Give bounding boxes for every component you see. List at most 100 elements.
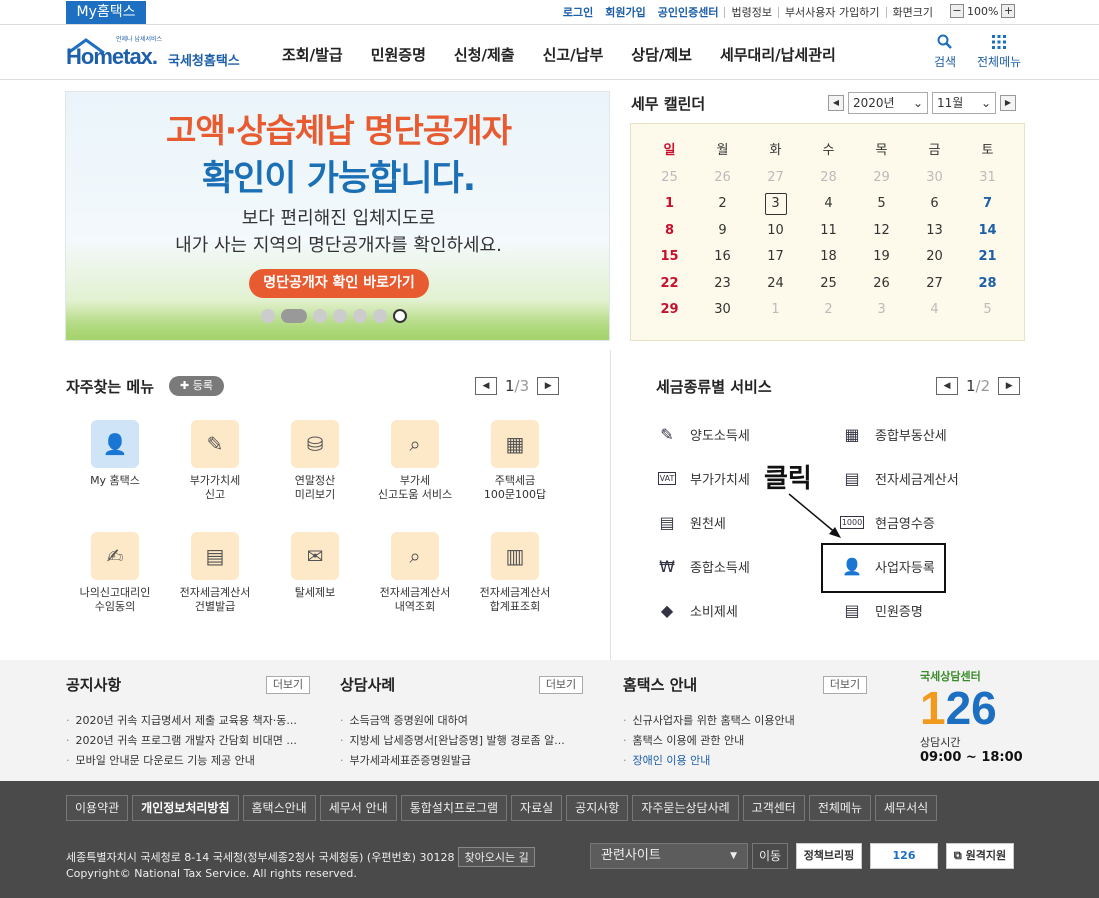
calendar-day[interactable]: 8	[643, 218, 696, 245]
calendar-day[interactable]: 13	[908, 218, 961, 245]
footer-installer-link[interactable]: 통합설치프로그램	[400, 795, 508, 821]
notice-item[interactable]: 2020년 귀속 지급명세서 제출 교육용 책자·동...	[66, 711, 297, 731]
calendar-day[interactable]: 5	[855, 191, 908, 218]
calendar-day[interactable]: 17	[749, 244, 802, 271]
svc-consumption-tax[interactable]: ◆ 소비제세	[654, 598, 738, 622]
calendar-day[interactable]: 7	[961, 191, 1014, 218]
nav-apply-submit[interactable]: 신청/제출	[454, 44, 515, 65]
fav-einvoice-summary[interactable]: ▥ 전자세금계산서 합계표조회	[465, 532, 565, 614]
svc-capital-gains-tax[interactable]: ✎ 양도소득세	[654, 422, 750, 446]
footer-terms-link[interactable]: 이용약관	[66, 795, 129, 821]
main-banner[interactable]: 고액·상습체납 명단공개자 확인이 가능합니다. 보다 편리해진 입체지도로 내…	[65, 91, 610, 341]
calendar-day[interactable]: 1	[643, 191, 696, 218]
svc-income-tax[interactable]: ₩ 종합소득세	[654, 554, 750, 578]
fav-my-hometax[interactable]: 👤 My 홈택스	[65, 420, 165, 488]
fav-tax-evasion-report[interactable]: ✉ 탈세제보	[265, 532, 365, 600]
guide-item[interactable]: 장애인 이용 안내	[623, 751, 795, 771]
remote-support-button[interactable]: ⧉ 원격지원	[946, 843, 1014, 869]
prev-page-button[interactable]: ◀	[936, 377, 958, 395]
prev-page-button[interactable]: ◀	[475, 377, 497, 395]
cases-item[interactable]: 부가세과세표준증명원발급	[340, 751, 565, 771]
footer-hometax-guide-link[interactable]: 홈택스안내	[242, 795, 316, 821]
related-sites-select[interactable]: 관련사이트 ▼	[590, 843, 748, 869]
fav-yearend-preview[interactable]: ⛁ 연말정산 미리보기	[265, 420, 365, 502]
fav-agent-consent[interactable]: ✍ 나의신고대리인 수임동의	[65, 532, 165, 614]
go-button[interactable]: 이동	[752, 843, 788, 869]
prev-month-button[interactable]: ◀	[828, 95, 844, 111]
cases-more-button[interactable]: 더보기	[539, 676, 583, 694]
svc-withholding-tax[interactable]: ▤ 원천세	[654, 510, 725, 534]
slide-dot[interactable]	[353, 309, 367, 323]
nav-civil-certificate[interactable]: 민원증명	[371, 44, 426, 65]
calendar-day[interactable]: 4	[802, 191, 855, 218]
calendar-day[interactable]: 27	[908, 271, 961, 298]
cert-center-link[interactable]: 공인인증센터	[652, 4, 725, 20]
calendar-day[interactable]: 12	[855, 218, 908, 245]
next-page-button[interactable]: ▶	[537, 377, 560, 395]
nav-tax-agent[interactable]: 세무대리/납세관리	[720, 44, 836, 65]
svc-civil-certificate[interactable]: ▤ 민원증명	[839, 598, 922, 622]
svc-e-invoice[interactable]: ▤ 전자세금계산서	[839, 466, 958, 490]
calendar-day[interactable]: 9	[696, 218, 749, 245]
zoom-out-button[interactable]: −	[950, 4, 964, 18]
calendar-day[interactable]: 22	[643, 271, 696, 298]
calendar-day[interactable]: 2	[696, 191, 749, 218]
nav-report-pay[interactable]: 신고/납부	[543, 44, 604, 65]
slide-dot[interactable]	[373, 309, 387, 323]
calendar-day[interactable]: 10	[749, 218, 802, 245]
notice-more-button[interactable]: 더보기	[266, 676, 310, 694]
calendar-day[interactable]: 24	[749, 271, 802, 298]
guide-item[interactable]: 홈택스 이용에 관한 안내	[623, 731, 795, 751]
zoom-in-button[interactable]: +	[1001, 4, 1016, 18]
footer-customer-center-link[interactable]: 고객센터	[742, 795, 805, 821]
dept-signup-link[interactable]: 부서사용자 가입하기	[779, 4, 886, 20]
footer-faq-link[interactable]: 자주묻는상담사례	[632, 795, 739, 821]
calendar-day[interactable]: 23	[696, 271, 749, 298]
policy-briefing-banner[interactable]: 정책브리핑	[796, 843, 862, 869]
slide-dot-active[interactable]	[281, 309, 307, 323]
calendar-day[interactable]: 30	[696, 297, 749, 324]
footer-privacy-link[interactable]: 개인정보처리방침	[132, 795, 239, 821]
svc-property-tax[interactable]: ▦ 종합부동산세	[839, 422, 946, 446]
search-button[interactable]: 검색	[934, 34, 956, 70]
guide-item[interactable]: 신규사업자를 위한 홈택스 이용안내	[623, 711, 795, 731]
calendar-day[interactable]: 21	[961, 244, 1014, 271]
footer-tax-forms-link[interactable]: 세무서식	[875, 795, 938, 821]
cases-item[interactable]: 소득금액 증명원에 대하여	[340, 711, 565, 731]
login-link[interactable]: 로그인	[557, 4, 599, 20]
calendar-day[interactable]: 28	[961, 271, 1014, 298]
footer-office-guide-link[interactable]: 세무서 안내	[319, 795, 397, 821]
call-center-126[interactable]: 국세상담센터 126 상담시간 09:00 ~ 18:00	[920, 668, 1030, 765]
calendar-day[interactable]: 15	[643, 244, 696, 271]
fav-vat-report[interactable]: ✎ 부가가치세 신고	[165, 420, 265, 502]
signup-link[interactable]: 회원가입	[599, 4, 651, 20]
svc-vat[interactable]: VAT 부가가치세	[654, 466, 750, 490]
slide-dot[interactable]	[313, 309, 327, 323]
calendar-day-today[interactable]: 3	[749, 191, 802, 218]
all-menu-button[interactable]: 전체메뉴	[977, 34, 1021, 70]
calendar-day[interactable]: 19	[855, 244, 908, 271]
calendar-day[interactable]: 25	[802, 271, 855, 298]
fav-einvoice-issue[interactable]: ▤ 전자세금계산서 건별발급	[165, 532, 265, 614]
calendar-day[interactable]: 16	[696, 244, 749, 271]
footer-all-menu-link[interactable]: 전체메뉴	[808, 795, 872, 821]
slide-pause-icon[interactable]	[393, 309, 407, 323]
directions-button[interactable]: 찾아오시는 길	[458, 847, 535, 867]
my-hometax-tab[interactable]: My홈택스	[66, 1, 146, 24]
banner-cta-button[interactable]: 명단공개자 확인 바로가기	[249, 269, 429, 298]
hometax-logo[interactable]: 언제나 납세서비스 Hometax. 국세청홈택스	[66, 34, 246, 74]
law-info-link[interactable]: 법령정보	[725, 4, 777, 20]
calendar-day[interactable]: 18	[802, 244, 855, 271]
next-page-button[interactable]: ▶	[998, 377, 1021, 395]
month-select[interactable]: 11월 ⌄	[932, 92, 996, 114]
nav-consult-report[interactable]: 상담/제보	[631, 44, 692, 65]
center-126-banner[interactable]: 126	[870, 843, 938, 869]
add-favorite-button[interactable]: ✚ 등록	[169, 376, 224, 396]
slide-dot[interactable]	[333, 309, 347, 323]
next-month-button[interactable]: ▶	[1000, 95, 1016, 111]
calendar-day[interactable]: 6	[908, 191, 961, 218]
nav-inquiry[interactable]: 조회/발급	[282, 44, 343, 65]
slide-dot[interactable]	[261, 309, 275, 323]
calendar-day[interactable]: 26	[855, 271, 908, 298]
svc-cash-receipt[interactable]: 1000 현금영수증	[839, 510, 935, 534]
